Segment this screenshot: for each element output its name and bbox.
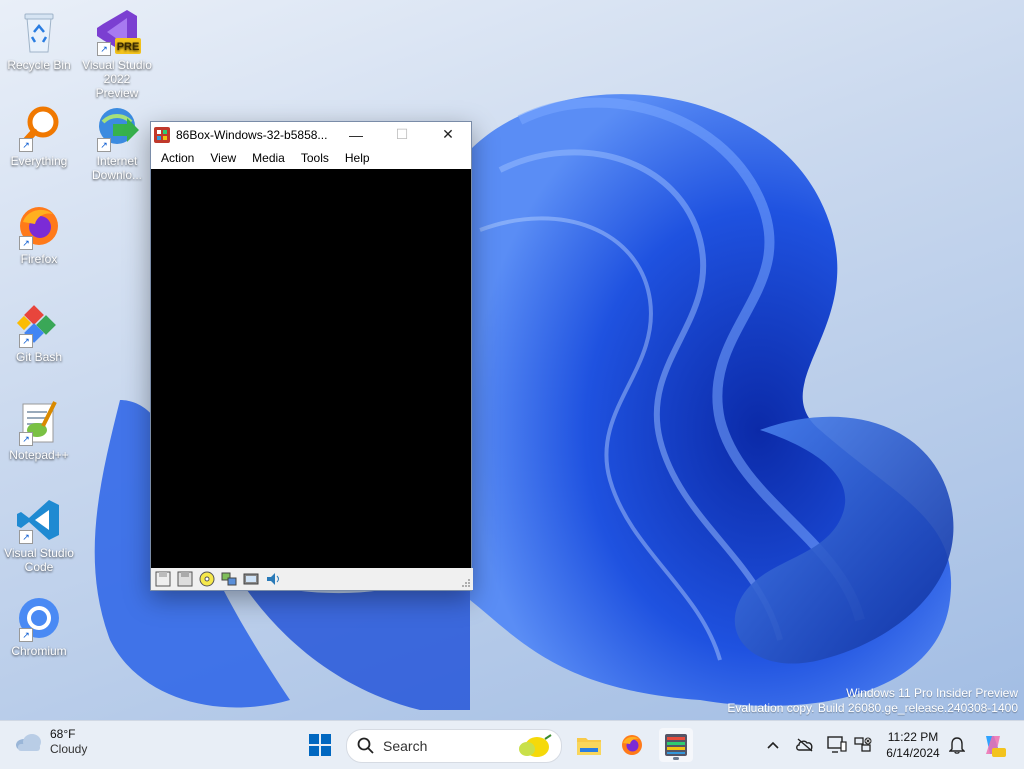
notepadpp-icon: ↗	[15, 398, 63, 446]
taskbar-86box[interactable]	[659, 728, 693, 762]
desktop-icon-internet-download-manager[interactable]: ↗ Internet Downlo...	[81, 104, 153, 182]
notifications-button[interactable]	[945, 729, 969, 761]
weather-condition: Cloudy	[50, 742, 88, 756]
shortcut-arrow-icon: ↗	[19, 432, 33, 446]
minimize-icon: —	[349, 126, 363, 143]
search-icon	[357, 737, 374, 754]
taskbar-clock[interactable]: 11:22 PM 6/14/2024	[878, 729, 948, 761]
shortcut-arrow-icon: ↗	[19, 236, 33, 250]
show-hidden-icons-button[interactable]	[762, 729, 784, 761]
search-label: Search	[383, 738, 428, 754]
86box-app-icon	[154, 126, 170, 143]
floppy-b-icon[interactable]	[177, 571, 193, 587]
desktop-icon-label: Visual Studio 2022 Preview	[82, 58, 152, 100]
taskbar: 68°F Cloudy Search 11:22 PM 6/14/2024	[0, 720, 1024, 769]
shortcut-arrow-icon: ↗	[19, 530, 33, 544]
taskbar-search[interactable]: Search	[346, 729, 562, 763]
desktop-icon-visual-studio[interactable]: PRE ↗ Visual Studio 2022 Preview	[81, 8, 153, 100]
86box-app-icon	[665, 734, 687, 756]
desktop-icon-label: Recycle Bin	[7, 58, 71, 72]
menu-help[interactable]: Help	[337, 151, 378, 165]
network-disconnected-icon	[854, 737, 872, 752]
desktop-icon-vscode[interactable]: ↗ Visual Studio Code	[3, 496, 75, 574]
window-title: 86Box-Windows-32-b5858...	[176, 127, 328, 142]
maximize-button[interactable]: ☐	[379, 122, 425, 147]
menu-tools[interactable]: Tools	[293, 151, 337, 165]
maximize-icon: ☐	[395, 126, 409, 142]
close-icon: ✕	[442, 126, 454, 142]
shortcut-arrow-icon: ↗	[19, 628, 33, 642]
watermark-edition: Windows 11 Pro Insider Preview	[846, 686, 1018, 700]
firefox-icon: ↗	[15, 202, 63, 250]
display-icon[interactable]	[243, 571, 259, 587]
taskbar-file-explorer[interactable]	[572, 728, 606, 762]
menu-bar: Action View Media Tools Help	[151, 147, 471, 170]
chevron-up-icon	[767, 741, 779, 749]
desktop-icon-recycle-bin[interactable]: Recycle Bin	[3, 8, 75, 72]
weather-temp: 68°F	[50, 727, 76, 741]
desktop-icon-label: Chromium	[11, 644, 67, 658]
monitor-icon	[827, 736, 847, 753]
folder-icon	[577, 738, 601, 755]
bell-icon	[949, 737, 965, 754]
menu-media[interactable]: Media	[244, 151, 293, 165]
windows-watermark: Windows 11 Pro Insider Preview Evaluatio…	[727, 686, 1018, 716]
copilot-icon	[986, 736, 1006, 757]
active-indicator	[673, 757, 679, 760]
visual-studio-icon: PRE ↗	[93, 8, 141, 56]
desktop-icon-label: Notepad++	[9, 448, 69, 462]
display-tray[interactable]	[825, 729, 849, 761]
cloud-icon	[16, 734, 41, 751]
clock-time: 11:22 PM	[887, 730, 939, 744]
search-lens-icon: ↗	[15, 104, 63, 152]
minimize-button[interactable]: —	[333, 122, 379, 147]
recycle-bin-icon	[15, 8, 63, 56]
start-button[interactable]	[303, 728, 337, 762]
desktop-icon-label: Everything	[10, 154, 68, 168]
desktop-icon-label: Git Bash	[15, 350, 63, 364]
search-highlight-lemon-icon	[519, 734, 552, 757]
resize-grip-icon[interactable]	[461, 578, 471, 588]
emulator-screen[interactable]	[151, 169, 471, 568]
taskbar-firefox[interactable]	[615, 728, 649, 762]
firefox-icon	[622, 735, 642, 755]
shortcut-arrow-icon: ↗	[97, 138, 111, 152]
desktop-icon-label: Firefox	[20, 252, 58, 266]
desktop-icon-firefox[interactable]: ↗ Firefox	[3, 202, 75, 266]
network-tray[interactable]	[851, 729, 875, 761]
shortcut-arrow-icon: ↗	[19, 138, 33, 152]
desktop-icon-label: Internet Downlo...	[91, 154, 143, 182]
shortcut-arrow-icon: ↗	[19, 334, 33, 348]
copilot-button[interactable]	[978, 729, 1008, 761]
clock-date: 6/14/2024	[886, 746, 940, 760]
desktop-icon-chromium[interactable]: ↗ Chromium	[3, 594, 75, 658]
86box-window[interactable]: 86Box-Windows-32-b5858... — ☐ ✕ Action V…	[150, 121, 473, 591]
menu-view[interactable]: View	[202, 151, 244, 165]
desktop-icon-everything[interactable]: ↗ Everything	[3, 104, 75, 168]
desktop-icon-notepadpp[interactable]: ↗ Notepad++	[3, 398, 75, 462]
cdrom-icon[interactable]	[199, 571, 215, 587]
cloud-offline-icon	[796, 738, 813, 752]
window-titlebar[interactable]: 86Box-Windows-32-b5858... — ☐ ✕	[151, 122, 471, 147]
sound-icon[interactable]	[265, 571, 281, 587]
chromium-icon: ↗	[15, 594, 63, 642]
desktop-icon-label: Visual Studio Code	[4, 546, 74, 574]
vscode-icon: ↗	[15, 496, 63, 544]
idm-icon: ↗	[93, 104, 141, 152]
menu-action[interactable]: Action	[153, 151, 202, 165]
windows-logo-icon	[309, 734, 331, 756]
network-icon[interactable]	[221, 571, 237, 587]
pre-badge: PRE	[117, 41, 140, 53]
onedrive-tray[interactable]	[793, 729, 817, 761]
watermark-build: Evaluation copy. Build 26080.ge_release.…	[727, 701, 1018, 715]
weather-widget[interactable]: 68°F Cloudy	[14, 727, 87, 757]
status-bar	[151, 568, 473, 590]
git-icon: ↗	[15, 300, 63, 348]
close-button[interactable]: ✕	[425, 122, 471, 147]
shortcut-arrow-icon: ↗	[97, 42, 111, 56]
desktop-icon-git-bash[interactable]: ↗ Git Bash	[3, 300, 75, 364]
floppy-a-icon[interactable]	[155, 571, 171, 587]
